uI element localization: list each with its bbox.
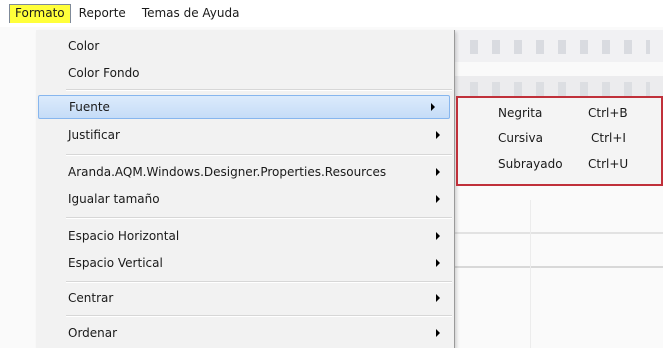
menu-reporte[interactable]: Reporte: [71, 4, 134, 22]
submenu-item-label: Subrayado: [498, 157, 563, 171]
chevron-right-icon: [436, 232, 440, 240]
menu-item-justificar[interactable]: Justificar: [36, 123, 454, 147]
chevron-right-icon: [436, 131, 440, 139]
submenu-item-subrayado[interactable]: Subrayado Ctrl+U: [458, 153, 661, 175]
menu-item-espacio-vertical[interactable]: Espacio Vertical: [36, 251, 454, 275]
menu-item-label: Espacio Horizontal: [68, 229, 180, 243]
menu-separator: [66, 217, 452, 219]
menu-separator: [66, 281, 452, 283]
menu-item-label: Aranda.AQM.Windows.Designer.Properties.R…: [68, 165, 387, 179]
menu-separator: [66, 315, 452, 317]
formato-dropdown-menu: Color Color Fondo Fuente Justificar Aran…: [36, 30, 455, 348]
background-divider-vertical: [530, 200, 531, 348]
menu-temas-de-ayuda[interactable]: Temas de Ayuda: [134, 4, 248, 22]
chevron-right-icon: [436, 195, 440, 203]
submenu-item-label: Negrita: [498, 106, 543, 120]
chevron-right-icon: [436, 259, 440, 267]
background-toolbar-icons: [470, 40, 650, 54]
menu-item-color[interactable]: Color: [36, 34, 454, 58]
menu-bar: Formato Reporte Temas de Ayuda: [0, 0, 663, 27]
menu-item-label: Color: [68, 39, 100, 53]
chevron-right-icon: [436, 294, 440, 302]
shortcut-label: Ctrl+I: [591, 131, 626, 145]
menu-item-label: Ordenar: [68, 326, 118, 340]
menu-item-label: Espacio Vertical: [68, 256, 163, 270]
shortcut-label: Ctrl+B: [588, 106, 628, 120]
submenu-item-negrita[interactable]: Negrita Ctrl+B: [458, 102, 661, 124]
menu-item-fuente[interactable]: Fuente: [38, 95, 450, 119]
background-divider: [455, 232, 663, 234]
menu-item-label: Igualar tamaño: [68, 192, 160, 206]
menu-item-label: Centrar: [68, 291, 114, 305]
menu-formato[interactable]: Formato: [9, 4, 71, 23]
menu-item-aranda-resources[interactable]: Aranda.AQM.Windows.Designer.Properties.R…: [36, 160, 454, 184]
background-divider: [455, 266, 663, 268]
menu-item-centrar[interactable]: Centrar: [36, 286, 454, 310]
fuente-submenu: Negrita Ctrl+B Cursiva Ctrl+I Subrayado …: [456, 96, 663, 186]
menu-separator: [66, 89, 452, 91]
menu-item-label: Justificar: [68, 128, 120, 142]
chevron-right-icon: [436, 168, 440, 176]
menu-item-label: Fuente: [69, 100, 110, 114]
submenu-item-label: Cursiva: [498, 131, 543, 145]
menu-item-ordenar[interactable]: Ordenar: [36, 321, 454, 345]
menu-item-igualar-tamano[interactable]: Igualar tamaño: [36, 187, 454, 211]
background-toolbar-icons-secondary: [470, 82, 650, 96]
menu-separator: [66, 154, 452, 156]
shortcut-label: Ctrl+U: [588, 157, 629, 171]
menu-item-espacio-horizontal[interactable]: Espacio Horizontal: [36, 224, 454, 248]
menu-item-label: Color Fondo: [68, 66, 140, 80]
chevron-right-icon: [436, 329, 440, 337]
chevron-right-icon: [431, 103, 435, 111]
submenu-item-cursiva[interactable]: Cursiva Ctrl+I: [458, 127, 661, 149]
menu-item-color-fondo[interactable]: Color Fondo: [36, 61, 454, 85]
